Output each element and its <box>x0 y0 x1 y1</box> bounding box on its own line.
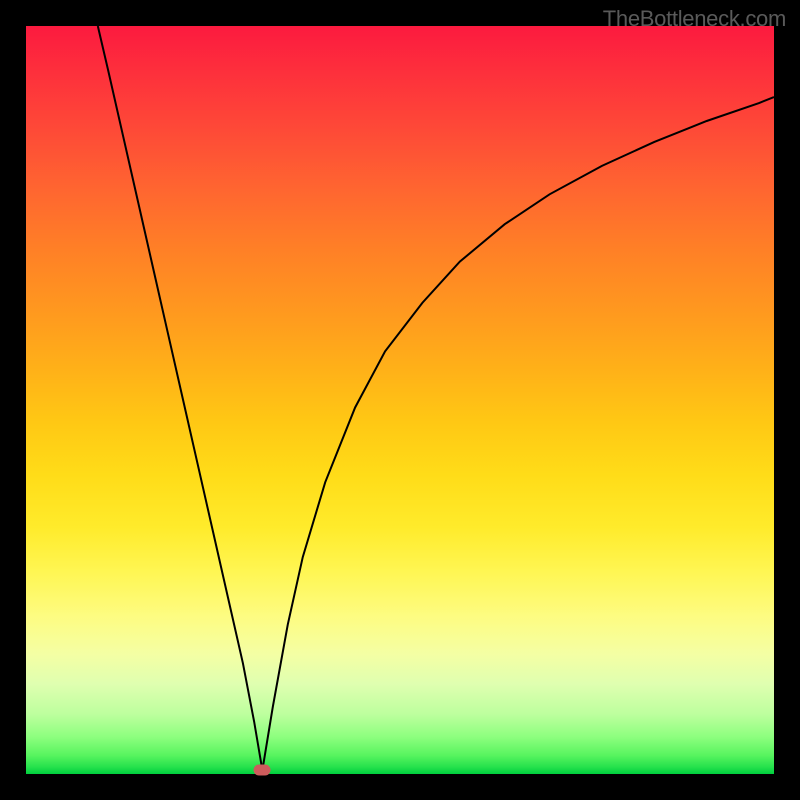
chart-plot-area <box>26 26 774 774</box>
watermark-text: TheBottleneck.com <box>603 6 786 32</box>
optimum-marker <box>254 765 271 776</box>
curve-right-branch <box>262 97 774 770</box>
bottleneck-curve <box>26 26 774 774</box>
curve-left-branch <box>98 26 263 770</box>
